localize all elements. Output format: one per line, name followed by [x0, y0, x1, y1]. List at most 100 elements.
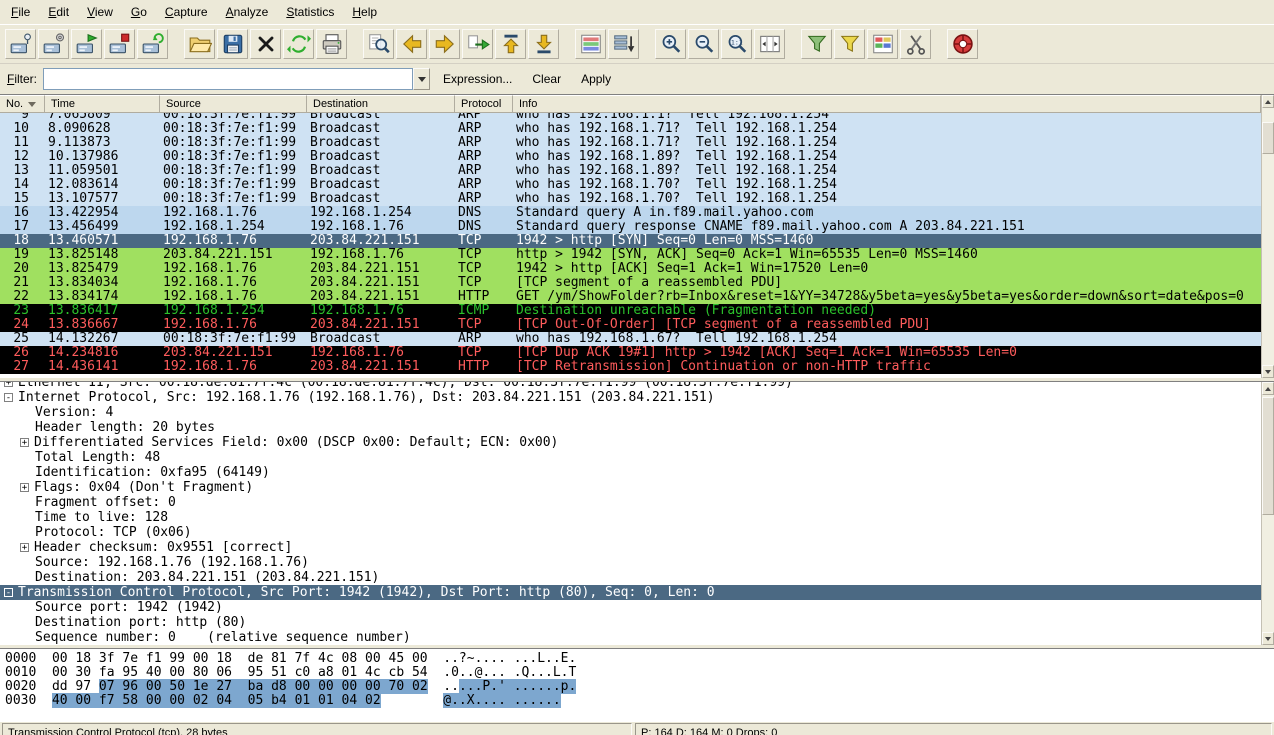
expand-icon[interactable]: +	[4, 381, 13, 387]
capture-restart-button[interactable]	[137, 29, 168, 59]
packet-row[interactable]: 2013.825479192.168.1.76203.84.221.151TCP…	[0, 262, 1261, 276]
autoscroll-button[interactable]	[608, 29, 639, 59]
goto-bottom-button[interactable]	[528, 29, 559, 59]
detail-line[interactable]: Time to live: 128	[0, 510, 1261, 525]
menu-go[interactable]: Go	[122, 1, 156, 23]
preferences-button[interactable]	[900, 29, 931, 59]
filter-label[interactable]: Filter:	[7, 72, 37, 86]
detail-line[interactable]: Destination port: http (80)	[0, 615, 1261, 630]
detail-line[interactable]: Source: 192.168.1.76 (192.168.1.76)	[0, 555, 1261, 570]
menu-capture[interactable]: Capture	[156, 1, 217, 23]
zoom-normal-button[interactable]: 1:1	[721, 29, 752, 59]
column-header-info[interactable]: Info	[513, 95, 1261, 113]
hex-line[interactable]: 000000 18 3f 7e f1 99 00 18 de 81 7f 4c …	[5, 652, 1274, 666]
detail-line[interactable]: Protocol: TCP (0x06)	[0, 525, 1261, 540]
menu-analyze[interactable]: Analyze	[217, 1, 278, 23]
scroll-thumb[interactable]	[1262, 122, 1274, 154]
column-header-time[interactable]: Time	[45, 95, 160, 113]
detail-line[interactable]: Identification: 0xfa95 (64149)	[0, 465, 1261, 480]
packet-row[interactable]: 1713.456499192.168.1.254192.168.1.76DNSS…	[0, 220, 1261, 234]
scroll-track[interactable]	[1262, 108, 1274, 365]
go-back-button[interactable]	[396, 29, 427, 59]
go-forward-button[interactable]	[429, 29, 460, 59]
print-button[interactable]	[316, 29, 347, 59]
reload-button[interactable]	[283, 29, 314, 59]
packet-row[interactable]: 2113.834034192.168.1.76203.84.221.151TCP…	[0, 276, 1261, 290]
menu-statistics[interactable]: Statistics	[277, 1, 343, 23]
detail-line[interactable]: Version: 4	[0, 405, 1261, 420]
save-file-button[interactable]	[217, 29, 248, 59]
expand-icon[interactable]: +	[20, 543, 29, 552]
detail-line[interactable]: -Internet Protocol, Src: 192.168.1.76 (1…	[0, 390, 1261, 405]
expression-button[interactable]: Expression...	[436, 69, 519, 89]
column-header-protocol[interactable]: Protocol	[455, 95, 513, 113]
packet-row[interactable]: 1613.422954192.168.1.76192.168.1.254DNSS…	[0, 206, 1261, 220]
detail-line[interactable]: Header length: 20 bytes	[0, 420, 1261, 435]
packet-list-scrollbar[interactable]	[1261, 95, 1274, 378]
scroll-up-button[interactable]	[1262, 382, 1274, 395]
detail-line[interactable]: +Header checksum: 0x9551 [correct]	[0, 540, 1261, 555]
scroll-thumb[interactable]	[1262, 397, 1274, 515]
open-file-button[interactable]	[184, 29, 215, 59]
packet-row[interactable]: 2714.436141192.168.1.76203.84.221.151HTT…	[0, 360, 1261, 374]
packet-row[interactable]: 2213.834174192.168.1.76203.84.221.151HTT…	[0, 290, 1261, 304]
packet-row[interactable]: 1913.825148203.84.221.151192.168.1.76TCP…	[0, 248, 1261, 262]
scroll-track[interactable]	[1262, 395, 1274, 632]
capture-stop-button[interactable]	[104, 29, 135, 59]
detail-line[interactable]: Source port: 1942 (1942)	[0, 600, 1261, 615]
hex-line[interactable]: 0020dd 97 07 96 00 50 1e 27 ba d8 00 00 …	[5, 680, 1274, 694]
menu-help[interactable]: Help	[343, 1, 386, 23]
details-scrollbar[interactable]	[1261, 382, 1274, 645]
packet-row[interactable]: 1311.05950100:18:3f:7e:f1:99BroadcastARP…	[0, 164, 1261, 178]
scroll-up-button[interactable]	[1262, 95, 1274, 108]
detail-line[interactable]: Sequence number: 0 (relative sequence nu…	[0, 630, 1261, 645]
detail-line[interactable]: +Differentiated Services Field: 0x00 (DS…	[0, 435, 1261, 450]
find-packet-button[interactable]	[363, 29, 394, 59]
detail-line[interactable]: Total Length: 48	[0, 450, 1261, 465]
menu-file[interactable]: File	[2, 1, 39, 23]
packet-row[interactable]: 97.06580900:18:3f:7e:f1:99BroadcastARPwh…	[0, 113, 1261, 122]
packet-row[interactable]: 2614.234816203.84.221.151192.168.1.76TCP…	[0, 346, 1261, 360]
scroll-down-button[interactable]	[1262, 365, 1274, 378]
collapse-icon[interactable]: -	[4, 588, 13, 597]
menu-edit[interactable]: Edit	[39, 1, 78, 23]
expand-icon[interactable]: +	[20, 438, 29, 447]
zoom-out-button[interactable]	[688, 29, 719, 59]
filter-dropdown-button[interactable]	[413, 68, 430, 90]
clear-button[interactable]: Clear	[525, 69, 568, 89]
hex-line[interactable]: 001000 30 fa 95 40 00 80 06 95 51 c0 a8 …	[5, 666, 1274, 680]
packet-row[interactable]: 119.11387300:18:3f:7e:f1:99BroadcastARPw…	[0, 136, 1261, 150]
packet-row[interactable]: 1513.10757700:18:3f:7e:f1:99BroadcastARP…	[0, 192, 1261, 206]
packet-row[interactable]: 2413.836667192.168.1.76203.84.221.151TCP…	[0, 318, 1261, 332]
list-interfaces-button[interactable]	[5, 29, 36, 59]
help-button[interactable]	[947, 29, 978, 59]
column-header-source[interactable]: Source	[160, 95, 307, 113]
goto-top-button[interactable]	[495, 29, 526, 59]
capture-filters-button[interactable]	[801, 29, 832, 59]
resize-columns-button[interactable]	[754, 29, 785, 59]
packet-row[interactable]: 1210.13798600:18:3f:7e:f1:99BroadcastARP…	[0, 150, 1261, 164]
detail-line[interactable]: Fragment offset: 0	[0, 495, 1261, 510]
goto-packet-button[interactable]	[462, 29, 493, 59]
zoom-in-button[interactable]	[655, 29, 686, 59]
capture-start-button[interactable]	[71, 29, 102, 59]
packet-row[interactable]: 2313.836417192.168.1.254192.168.1.76ICMP…	[0, 304, 1261, 318]
packet-row[interactable]: 108.09062800:18:3f:7e:f1:99BroadcastARPw…	[0, 122, 1261, 136]
packet-row[interactable]: 2514.13226700:18:3f:7e:f1:99BroadcastARP…	[0, 332, 1261, 346]
detail-line[interactable]: +Flags: 0x04 (Don't Fragment)	[0, 480, 1261, 495]
menu-view[interactable]: View	[78, 1, 122, 23]
detail-line[interactable]: -Transmission Control Protocol, Src Port…	[0, 585, 1261, 600]
collapse-icon[interactable]: -	[4, 393, 13, 402]
scroll-down-button[interactable]	[1262, 632, 1274, 645]
column-header-destination[interactable]: Destination	[307, 95, 455, 113]
display-filters-button[interactable]	[834, 29, 865, 59]
packet-row[interactable]: 1813.460571192.168.1.76203.84.221.151TCP…	[0, 234, 1261, 248]
packet-row[interactable]: 1412.08361400:18:3f:7e:f1:99BroadcastARP…	[0, 178, 1261, 192]
capture-options-button[interactable]	[38, 29, 69, 59]
expand-icon[interactable]: +	[20, 483, 29, 492]
detail-line[interactable]: Destination: 203.84.221.151 (203.84.221.…	[0, 570, 1261, 585]
colorize-button[interactable]	[575, 29, 606, 59]
column-header-no[interactable]: No.	[0, 95, 45, 113]
coloring-rules-button[interactable]	[867, 29, 898, 59]
close-file-button[interactable]	[250, 29, 281, 59]
